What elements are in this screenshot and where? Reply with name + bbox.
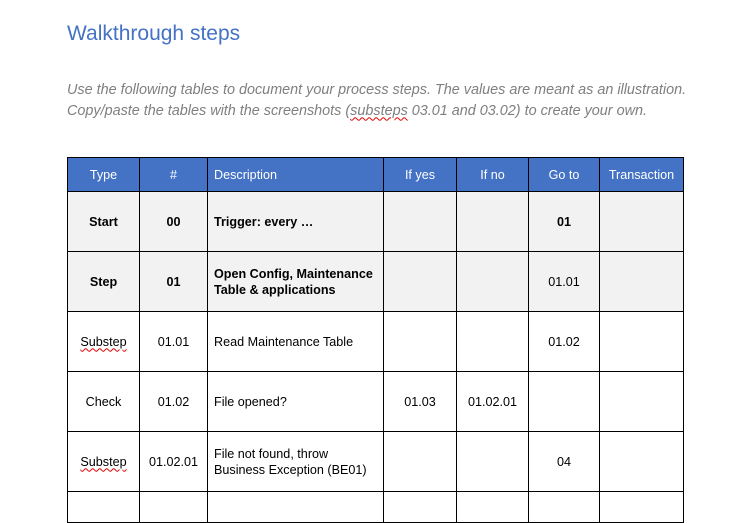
cell-transaction[interactable]: [599, 191, 684, 252]
header-if-no: If no: [456, 157, 529, 192]
cell-number[interactable]: 01.02.01: [139, 431, 208, 492]
intro-text-after: 03.01 and 03.02) to create your own.: [407, 102, 647, 119]
cell-transaction[interactable]: [599, 311, 684, 372]
cell-type[interactable]: Check: [67, 371, 140, 432]
header-description: Description: [207, 157, 384, 192]
header-go-to: Go to: [528, 157, 600, 192]
cell-go-to[interactable]: 01.01: [528, 251, 600, 312]
table-row: Substep 01.01 Read Maintenance Table 01.…: [67, 311, 684, 372]
cell-type[interactable]: Substep: [67, 431, 140, 492]
spellcheck-word[interactable]: Substep: [80, 455, 126, 469]
cell-number[interactable]: 01: [139, 251, 208, 312]
header-if-yes: If yes: [383, 157, 457, 192]
table-header-row: Type # Description If yes If no Go to Tr…: [67, 157, 684, 192]
cell-number[interactable]: 01.02: [139, 371, 208, 432]
cell-transaction[interactable]: [599, 371, 684, 432]
cell-number[interactable]: 00: [139, 191, 208, 252]
spellcheck-word[interactable]: substeps: [350, 103, 408, 119]
cell-description[interactable]: File not found, throw Business Exception…: [207, 431, 384, 492]
cell-type[interactable]: Start: [67, 191, 140, 252]
header-number: #: [139, 157, 208, 192]
cell-if-yes[interactable]: [383, 431, 457, 492]
cell-type[interactable]: Step: [67, 251, 140, 312]
cell-if-no[interactable]: 01.02.01: [456, 371, 529, 432]
table-row: Start 00 Trigger: every … 01: [67, 191, 684, 252]
cell-if-no[interactable]: [456, 311, 529, 372]
cell-go-to[interactable]: [528, 371, 600, 432]
header-type: Type: [67, 157, 140, 192]
cell-if-no[interactable]: [456, 431, 529, 492]
cell-go-to[interactable]: 01.02: [528, 311, 600, 372]
cell-description[interactable]: File opened?: [207, 371, 384, 432]
cell-type[interactable]: Substep: [67, 311, 140, 372]
cell-go-to[interactable]: 04: [528, 431, 600, 492]
cell-description[interactable]: Open Config, Maintenance Table & applica…: [207, 251, 384, 312]
cell-if-yes[interactable]: [383, 311, 457, 372]
cell-number[interactable]: 01.01: [139, 311, 208, 372]
spellcheck-word[interactable]: Substep: [80, 335, 126, 349]
cell-if-yes[interactable]: [383, 191, 457, 252]
header-transaction: Transaction: [599, 157, 684, 192]
table-row: Step 01 Open Config, Maintenance Table &…: [67, 251, 684, 312]
intro-paragraph: Use the following tables to document you…: [67, 80, 687, 121]
section-heading: Walkthrough steps: [67, 22, 241, 45]
table-row: Check 01.02 File opened? 01.03 01.02.01: [67, 371, 684, 432]
cell-if-yes[interactable]: 01.03: [383, 371, 457, 432]
cell-description[interactable]: Read Maintenance Table: [207, 311, 384, 372]
walkthrough-table: Type # Description If yes If no Go to Tr…: [67, 157, 684, 523]
cell-if-no[interactable]: [456, 191, 529, 252]
cell-if-yes[interactable]: [383, 251, 457, 312]
cell-transaction[interactable]: [599, 431, 684, 492]
table-row: Substep 01.02.01 File not found, throw B…: [67, 431, 684, 492]
cell-go-to[interactable]: 01: [528, 191, 600, 252]
cell-description[interactable]: Trigger: every …: [207, 191, 384, 252]
cell-if-no[interactable]: [456, 251, 529, 312]
cell-transaction[interactable]: [599, 251, 684, 312]
